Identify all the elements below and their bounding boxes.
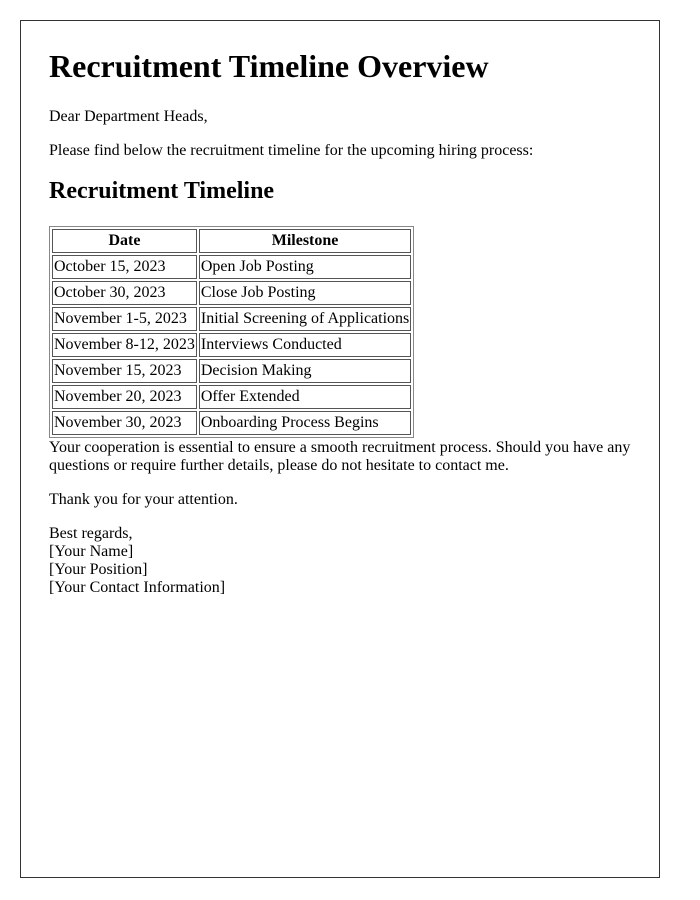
table-header-row: Date Milestone — [52, 229, 412, 253]
milestone-cell: Close Job Posting — [198, 281, 412, 305]
section-heading: Recruitment Timeline — [49, 178, 275, 204]
table-row: November 8-12, 2023 Interviews Conducted — [52, 333, 412, 357]
signature-contact: [Your Contact Information] — [49, 579, 226, 596]
table-row: November 1-5, 2023 Initial Screening of … — [52, 307, 412, 331]
date-cell: November 8-12, 2023 — [52, 333, 197, 357]
cooperation-paragraph: Your cooperation is essential to ensure … — [49, 439, 631, 474]
milestone-cell: Open Job Posting — [198, 255, 412, 279]
table-row: November 15, 2023 Decision Making — [52, 359, 412, 383]
milestone-cell: Onboarding Process Begins — [198, 411, 412, 435]
date-cell: October 15, 2023 — [52, 255, 197, 279]
timeline-table: Date Milestone October 15, 2023 Open Job… — [49, 226, 415, 438]
intro-paragraph: Please find below the recruitment timeli… — [49, 142, 534, 159]
greeting: Dear Department Heads, — [49, 108, 208, 125]
date-cell: October 30, 2023 — [52, 281, 197, 305]
signature-name: [Your Name] — [49, 543, 134, 560]
thanks-paragraph: Thank you for your attention. — [49, 491, 238, 508]
signature-closing: Best regards, — [49, 525, 133, 542]
signature-position: [Your Position] — [49, 561, 148, 578]
date-cell: November 1-5, 2023 — [52, 307, 197, 331]
signature-block: Best regards, [Your Name] [Your Position… — [49, 525, 225, 597]
milestone-cell: Decision Making — [198, 359, 412, 383]
table-row: November 30, 2023 Onboarding Process Beg… — [52, 411, 412, 435]
letter-frame: Recruitment Timeline Overview Dear Depar… — [20, 20, 660, 878]
date-cell: November 30, 2023 — [52, 411, 197, 435]
date-cell: November 15, 2023 — [52, 359, 197, 383]
table-row: October 30, 2023 Close Job Posting — [52, 281, 412, 305]
date-cell: November 20, 2023 — [52, 385, 197, 409]
milestone-cell: Interviews Conducted — [198, 333, 412, 357]
column-header-date: Date — [52, 229, 197, 253]
milestone-cell: Initial Screening of Applications — [198, 307, 412, 331]
column-header-milestone: Milestone — [198, 229, 412, 253]
milestone-cell: Offer Extended — [198, 385, 412, 409]
page-title: Recruitment Timeline Overview — [49, 48, 489, 84]
table-row: November 20, 2023 Offer Extended — [52, 385, 412, 409]
table-row: October 15, 2023 Open Job Posting — [52, 255, 412, 279]
